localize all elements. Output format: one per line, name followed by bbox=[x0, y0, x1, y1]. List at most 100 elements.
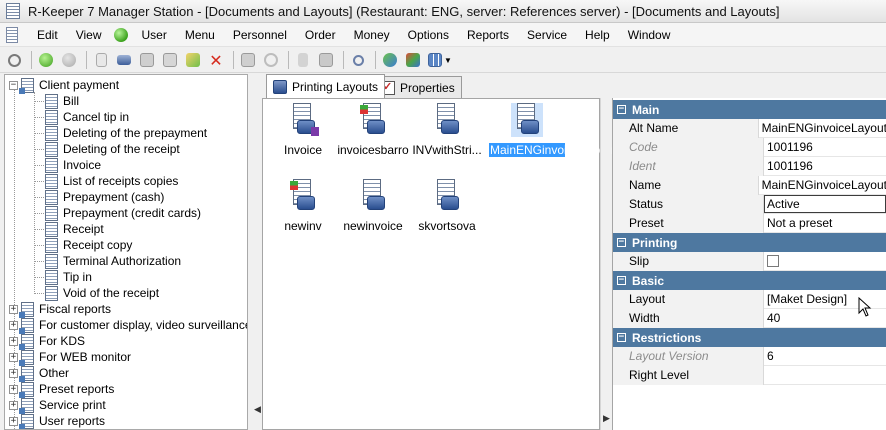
menu-menu[interactable]: Menu bbox=[176, 28, 224, 42]
panel-splitter[interactable]: ◀ bbox=[252, 74, 262, 430]
prop-status[interactable]: Status Active bbox=[613, 194, 886, 214]
printing-layouts-view[interactable]: Invoice invoicesbarro INVwithStri... MainEN… bbox=[262, 98, 615, 430]
tree-node-group[interactable]: + Other bbox=[9, 365, 69, 382]
prop-preset[interactable]: Preset Not a preset bbox=[613, 213, 886, 233]
expand-icon[interactable]: + bbox=[9, 400, 18, 410]
grid-view-icon[interactable]: ▼ bbox=[426, 50, 454, 70]
layout-item[interactable]: skvortsova bbox=[409, 179, 485, 233]
menu-help[interactable]: Help bbox=[576, 28, 619, 42]
section-basic[interactable]: − Basic bbox=[613, 271, 886, 290]
section-main[interactable]: − Main bbox=[613, 100, 886, 119]
layout-category-tree[interactable]: − Client payment Bill Cancel tip in Deleti… bbox=[4, 74, 248, 430]
prop-layout[interactable]: Layout [Maket Design] bbox=[613, 289, 886, 309]
tree-node-child[interactable]: Receipt copy bbox=[45, 237, 132, 253]
prop-alt-name[interactable]: Alt Name MainENGinvoiceLayout bbox=[613, 118, 886, 138]
layout-icon[interactable] bbox=[403, 50, 423, 70]
section-restrictions[interactable]: − Restrictions bbox=[613, 328, 886, 347]
tree-node-child[interactable]: Deleting of the receipt bbox=[45, 141, 180, 157]
tree-node-child[interactable]: Prepayment (cash) bbox=[45, 189, 164, 205]
refresh-icon[interactable] bbox=[4, 50, 24, 70]
layout-item[interactable]: Invoice bbox=[265, 103, 341, 157]
slip-checkbox[interactable] bbox=[767, 255, 779, 267]
layout-item[interactable]: INVwithStri... bbox=[409, 103, 485, 157]
tree-node-child[interactable]: Deleting of the prepayment bbox=[45, 125, 207, 141]
tab-properties[interactable]: ✓ Properties bbox=[374, 76, 462, 98]
tree-node-child[interactable]: Receipt bbox=[45, 221, 104, 237]
delete-icon[interactable]: ✕ bbox=[206, 50, 226, 70]
sync-icon[interactable] bbox=[380, 50, 400, 70]
menu-personnel[interactable]: Personnel bbox=[224, 28, 296, 42]
undo-icon[interactable] bbox=[261, 50, 281, 70]
layout-item[interactable]: newinv bbox=[265, 179, 341, 233]
tree-node-child[interactable]: Terminal Authorization bbox=[45, 253, 181, 269]
cut-icon[interactable] bbox=[293, 50, 313, 70]
prop-name[interactable]: Name MainENGinvoiceLayout bbox=[613, 175, 886, 195]
clipboard-icon[interactable] bbox=[316, 50, 336, 70]
status-select[interactable]: Active bbox=[764, 195, 886, 213]
find-icon[interactable] bbox=[348, 50, 368, 70]
expand-icon[interactable]: + bbox=[9, 384, 18, 394]
prop-code[interactable]: Code 1001196 bbox=[613, 137, 886, 157]
layout-item[interactable]: invoicesbarro bbox=[335, 103, 411, 157]
expand-icon[interactable]: + bbox=[9, 368, 18, 378]
tree-node-child[interactable]: Tip in bbox=[45, 269, 92, 285]
menu-edit[interactable]: Edit bbox=[28, 28, 67, 42]
new-document-icon[interactable] bbox=[91, 50, 111, 70]
back-icon[interactable] bbox=[36, 50, 56, 70]
save-icon[interactable] bbox=[238, 50, 258, 70]
menu-user[interactable]: User bbox=[132, 28, 175, 42]
prop-ident[interactable]: Ident 1001196 bbox=[613, 156, 886, 176]
menu-window[interactable]: Window bbox=[619, 28, 680, 42]
tree-node-client-payment[interactable]: − Client payment bbox=[9, 77, 119, 94]
prop-layout-version[interactable]: Layout Version 6 bbox=[613, 346, 886, 366]
layout-item[interactable]: MainENGinvoiceLayout bbox=[489, 103, 615, 157]
tree-node-child[interactable]: Cancel tip in bbox=[45, 109, 129, 125]
copy-icon[interactable] bbox=[137, 50, 157, 70]
collapse-icon[interactable]: − bbox=[9, 80, 18, 90]
tree-node-group[interactable]: + User reports bbox=[9, 413, 105, 429]
tree-node-group[interactable]: + Preset reports bbox=[9, 381, 114, 398]
system-menu-icon[interactable] bbox=[6, 26, 18, 43]
tab-printing-layouts[interactable]: Printing Layouts bbox=[266, 74, 386, 98]
expand-icon[interactable]: + bbox=[9, 336, 18, 346]
tree-guide-line bbox=[34, 149, 44, 150]
menu-order[interactable]: Order bbox=[296, 28, 345, 42]
section-printing[interactable]: − Printing bbox=[613, 233, 886, 252]
menu-view[interactable]: View bbox=[67, 28, 111, 42]
tree-node-child[interactable]: Prepayment (credit cards) bbox=[45, 205, 201, 221]
menu-service[interactable]: Service bbox=[518, 28, 576, 42]
tree-node-child[interactable]: List of receipts copies bbox=[45, 173, 178, 189]
expand-icon[interactable]: + bbox=[9, 352, 18, 362]
tree-node-group[interactable]: + Fiscal reports bbox=[9, 301, 111, 318]
paste-icon[interactable] bbox=[160, 50, 180, 70]
tree-node-group[interactable]: + For customer display, video surveillanc… bbox=[9, 317, 247, 334]
export-icon[interactable] bbox=[183, 50, 203, 70]
tree-node-child[interactable]: Void of the receipt bbox=[45, 285, 159, 301]
tree-node-child[interactable]: Invoice bbox=[45, 157, 101, 173]
tree-node-group[interactable]: + For WEB monitor bbox=[9, 349, 131, 366]
collapse-icon[interactable]: − bbox=[617, 333, 626, 342]
menu-options[interactable]: Options bbox=[399, 28, 458, 42]
menu-money[interactable]: Money bbox=[345, 28, 399, 42]
expand-icon[interactable]: + bbox=[9, 320, 18, 330]
layouts-scrollbar[interactable]: ▶ bbox=[600, 98, 611, 430]
scroll-left-icon[interactable]: ◀ bbox=[254, 404, 261, 415]
collapse-icon[interactable]: − bbox=[617, 276, 626, 285]
collapse-icon[interactable]: − bbox=[617, 105, 626, 114]
properties-grid[interactable]: − Main Alt Name MainENGinvoiceLayout Cod… bbox=[612, 98, 886, 430]
collapse-icon[interactable]: − bbox=[617, 238, 626, 247]
prop-width[interactable]: Width 40 bbox=[613, 308, 886, 328]
document-icon bbox=[45, 157, 58, 173]
menu-reports[interactable]: Reports bbox=[458, 28, 518, 42]
prop-slip[interactable]: Slip bbox=[613, 251, 886, 271]
layout-item[interactable]: newinvoice bbox=[335, 179, 411, 233]
scroll-right-icon[interactable]: ▶ bbox=[603, 413, 610, 424]
expand-icon[interactable]: + bbox=[9, 304, 18, 314]
expand-icon[interactable]: + bbox=[9, 416, 18, 426]
tree-node-child[interactable]: Bill bbox=[45, 93, 79, 109]
tree-node-group[interactable]: + For KDS bbox=[9, 333, 85, 350]
forward-icon[interactable] bbox=[59, 50, 79, 70]
tree-node-group[interactable]: + Service print bbox=[9, 397, 106, 414]
print-icon[interactable] bbox=[114, 50, 134, 70]
prop-right-level[interactable]: Right Level bbox=[613, 365, 886, 385]
